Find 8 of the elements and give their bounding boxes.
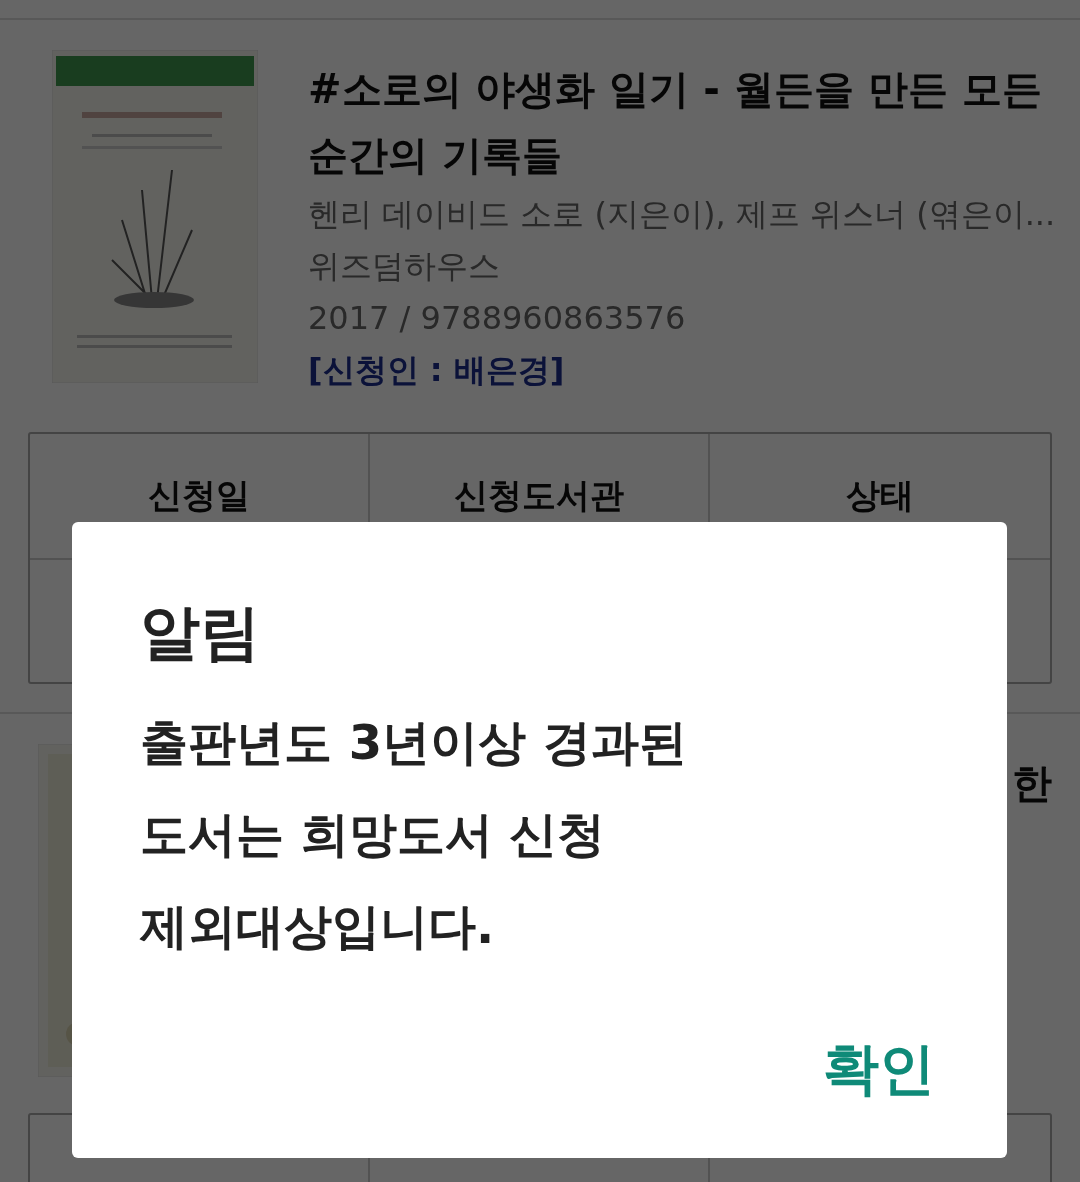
dialog-title: 알림 [140,596,261,669]
publisher-text: 위즈덤하우스 [308,246,501,287]
dialog-message: 출판년도 3년이상 경과된 도서는 희망도서 신청 제외대상입니다. [140,713,688,956]
applicant-text: [신청인 : 배은경] [308,350,566,391]
author-text: 헨리 데이비드 소로 (지은이), 제프 위스너 (엮은이... [308,194,1052,235]
book-title[interactable]: #소로의 야생화 일기 - 월든을 만든 모든 순간의 기록들 [308,56,1052,188]
confirm-button[interactable]: 확인 [819,1032,939,1108]
year-isbn-text: 2017 / 9788960863576 [308,298,687,339]
